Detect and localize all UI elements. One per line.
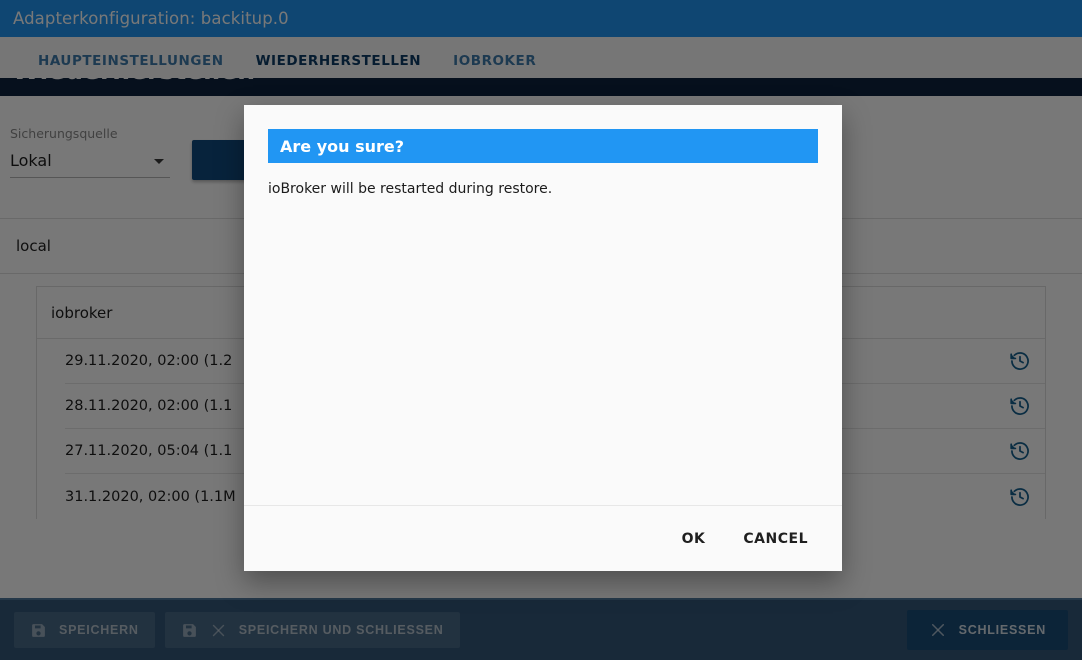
confirm-dialog-footer: OK CANCEL xyxy=(244,505,842,571)
confirm-dialog-message: ioBroker will be restarted during restor… xyxy=(268,181,553,197)
confirm-dialog-header: Are you sure? xyxy=(268,129,818,163)
dialog-ok-button[interactable]: OK xyxy=(670,523,718,555)
confirm-dialog: Are you sure? ioBroker will be restarted… xyxy=(244,105,842,571)
dialog-cancel-button[interactable]: CANCEL xyxy=(731,523,820,555)
confirm-dialog-body: ioBroker will be restarted during restor… xyxy=(244,163,842,505)
confirm-dialog-title: Are you sure? xyxy=(280,136,405,156)
app-root: Adapterkonfiguration: backitup.0 HAUPTEI… xyxy=(0,0,1082,660)
